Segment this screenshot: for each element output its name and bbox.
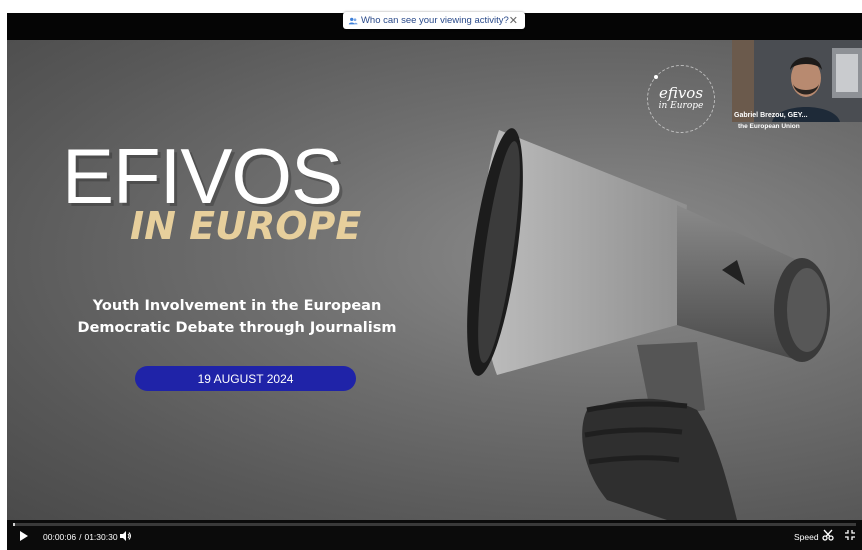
slide-title-in-europe: IN EUROPE: [130, 204, 362, 248]
logo-text-efivos: efivos: [658, 84, 704, 102]
megaphone-illustration: [467, 128, 830, 520]
users-icon: [348, 17, 358, 24]
efivos-logo: efivos in Europe: [647, 65, 715, 133]
subtitle-line-2: Democratic Debate through Journalism: [77, 320, 397, 336]
event-date: 19 AUGUST 2024: [197, 371, 294, 386]
event-date-badge: 19 AUGUST 2024: [135, 366, 356, 391]
viewing-activity-notice[interactable]: Who can see your viewing activity? ✕: [343, 12, 525, 29]
time-display: 00:00:06 / 01:30:30: [43, 532, 118, 542]
presenter-caption: the European Union: [738, 123, 800, 130]
presenter-name: Gabriel Brezou, GEY...: [734, 112, 808, 119]
video-player[interactable]: EFIVOS IN EUROPE Youth Involvement in th…: [7, 13, 862, 550]
current-time: 00:00:06: [43, 532, 77, 542]
time-separator: /: [79, 532, 82, 542]
speed-label: Speed: [794, 532, 819, 542]
logo-text-in-europe: in Europe: [658, 101, 704, 111]
subtitle-line-1: Youth Involvement in the European: [92, 298, 382, 314]
volume-icon[interactable]: [119, 530, 132, 542]
logo-dot: [654, 75, 658, 79]
close-icon[interactable]: ✕: [509, 14, 518, 27]
progress-bar[interactable]: [13, 523, 856, 526]
play-icon[interactable]: [20, 531, 28, 541]
speed-button[interactable]: Speed: [794, 532, 819, 542]
presenter-video-frame: [732, 40, 862, 122]
scissors-icon[interactable]: [822, 529, 834, 541]
player-controls: 00:00:06 / 01:30:30 Speed: [7, 520, 862, 550]
fullscreen-icon[interactable]: [844, 529, 856, 541]
slide-subtitle: Youth Involvement in the European Democr…: [47, 295, 427, 339]
presenter-webcam[interactable]: Gabriel Brezou, GEY...: [732, 40, 862, 122]
notice-text: Who can see your viewing activity?: [360, 15, 509, 26]
progress-fill: [13, 523, 15, 526]
total-time: 01:30:30: [84, 532, 118, 542]
